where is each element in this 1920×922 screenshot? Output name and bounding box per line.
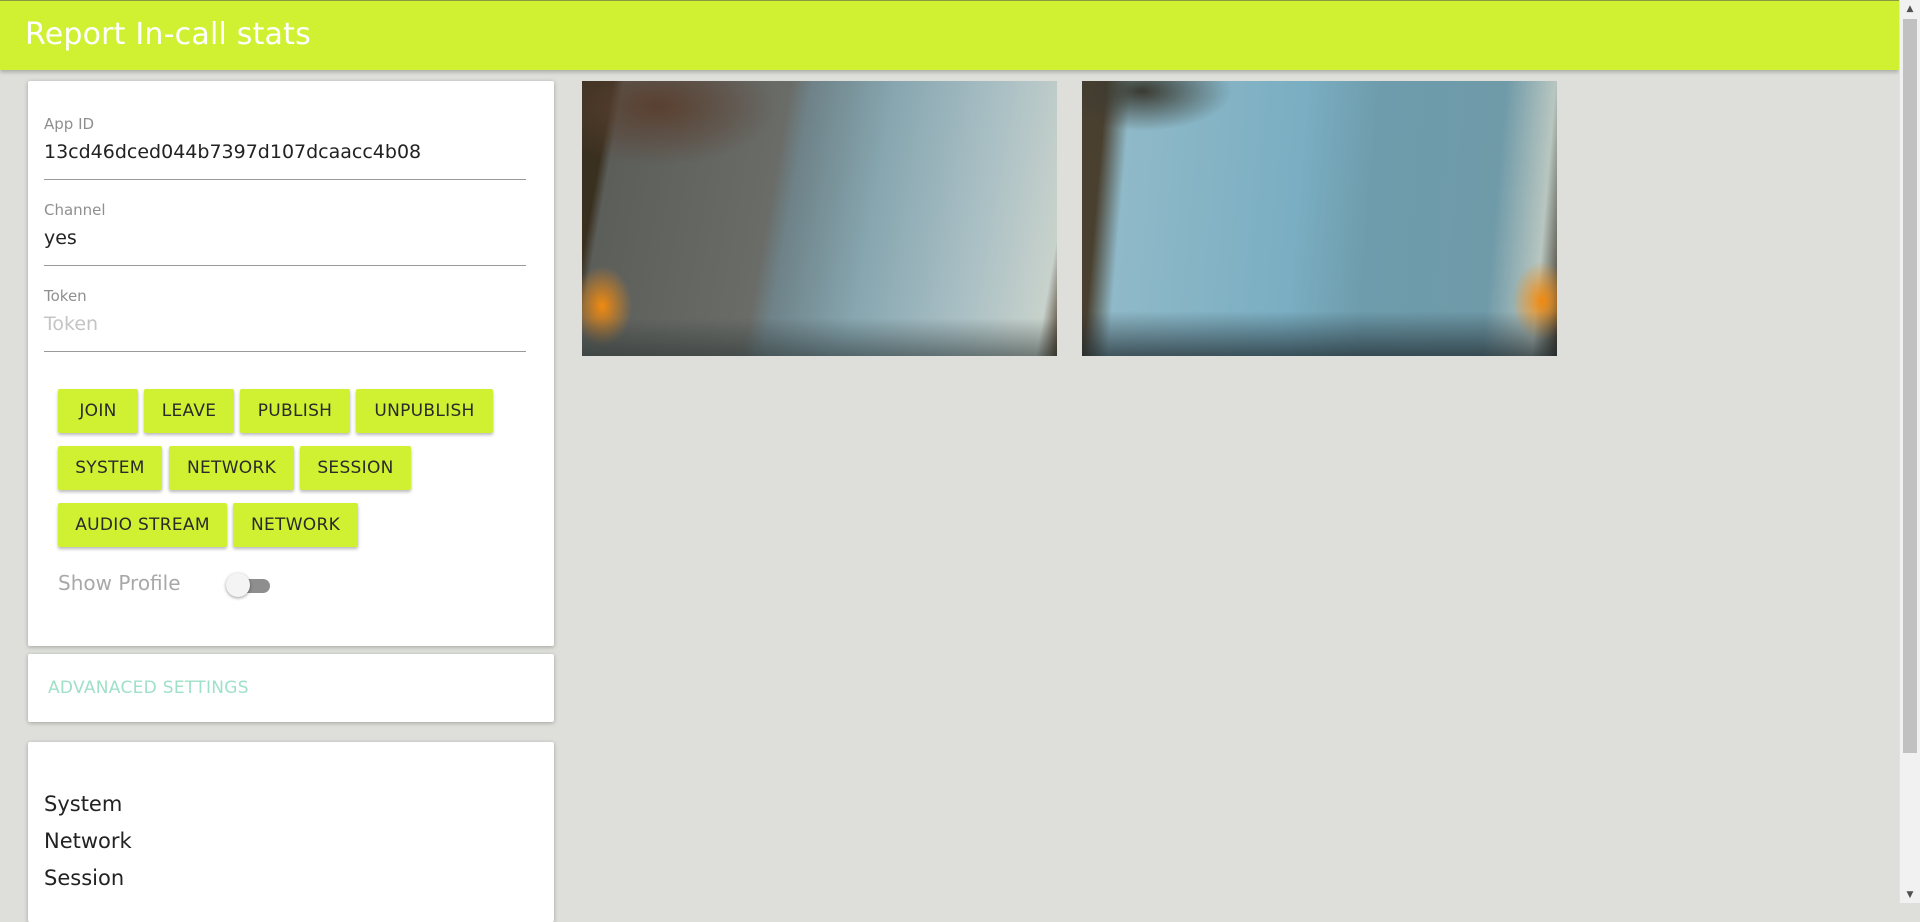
settings-card: App ID Channel Token JOIN LEAVE PUBLISH … <box>28 81 554 646</box>
audio-network-button[interactable]: NETWORK <box>233 503 358 547</box>
scroll-up-icon[interactable]: ▲ <box>1900 0 1920 17</box>
show-profile-row: Show Profile <box>58 571 358 601</box>
session-button[interactable]: SESSION <box>300 446 411 490</box>
channel-underline <box>44 265 526 266</box>
local-video-shade <box>582 318 1057 356</box>
toggle-thumb <box>226 573 250 597</box>
stats-item-network: Network <box>44 829 132 853</box>
app-header: Report In-call stats <box>0 0 1899 70</box>
stats-item-system: System <box>44 792 123 816</box>
page-title: Report In-call stats <box>25 17 311 52</box>
join-button[interactable]: JOIN <box>58 389 138 433</box>
stats-list: System Network Session <box>44 786 132 897</box>
remote-video-shade <box>1082 311 1557 356</box>
show-profile-label: Show Profile <box>58 571 181 595</box>
app-id-underline <box>44 179 526 180</box>
channel-field: Channel <box>44 201 526 267</box>
token-underline <box>44 351 526 352</box>
stats-item-session: Session <box>44 866 125 890</box>
leave-button[interactable]: LEAVE <box>144 389 234 433</box>
app-id-label: App ID <box>44 115 95 133</box>
network-button[interactable]: NETWORK <box>169 446 294 490</box>
token-input[interactable] <box>44 313 526 335</box>
publish-button[interactable]: PUBLISH <box>240 389 350 433</box>
app-id-field: App ID <box>44 115 526 181</box>
show-profile-toggle[interactable] <box>226 573 274 597</box>
unpublish-button[interactable]: UNPUBLISH <box>356 389 493 433</box>
page-scrollbar[interactable]: ▲ ▼ <box>1899 0 1920 903</box>
remote-video <box>1082 81 1557 356</box>
scrollbar-thumb[interactable] <box>1903 19 1917 753</box>
advanced-settings-label[interactable]: ADVANACED SETTINGS <box>48 678 249 698</box>
advanced-settings-panel[interactable]: ADVANACED SETTINGS <box>28 654 554 722</box>
channel-input[interactable] <box>44 227 526 249</box>
stats-card: System Network Session <box>28 742 554 922</box>
scroll-down-icon[interactable]: ▼ <box>1900 886 1920 903</box>
system-button[interactable]: SYSTEM <box>58 446 162 490</box>
channel-label: Channel <box>44 201 106 219</box>
app-id-input[interactable] <box>44 141 526 163</box>
token-field: Token <box>44 287 526 353</box>
token-label: Token <box>44 287 87 305</box>
audio-stream-button[interactable]: AUDIO STREAM <box>58 503 227 547</box>
local-video <box>582 81 1057 356</box>
